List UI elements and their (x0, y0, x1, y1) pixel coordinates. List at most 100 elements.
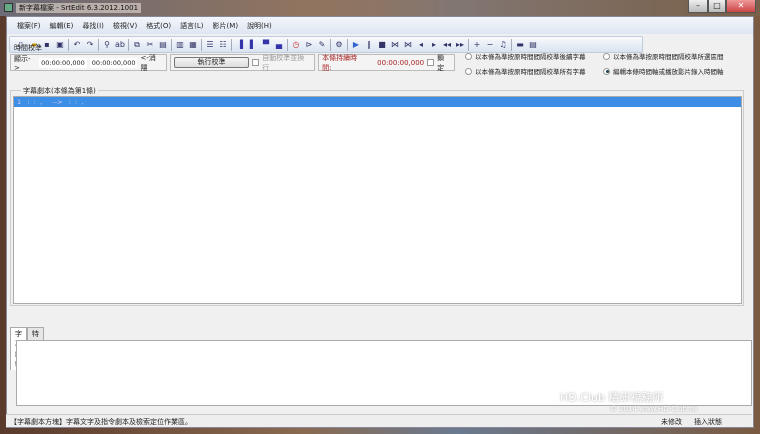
separator (98, 38, 99, 51)
split-icon[interactable]: ▌ (248, 40, 258, 50)
radio-following[interactable]: 以本條為準按原時間間隔校準後續字幕 (465, 51, 603, 61)
show-label: 顯示-> (14, 54, 31, 72)
title-bar: 新字幕檔案 - SrtEdit 6.3.2012.1001 – □ ✕ (0, 0, 760, 16)
app-icon (4, 3, 13, 12)
edit-pen-icon[interactable]: ✎ (317, 40, 327, 50)
separator (171, 38, 172, 51)
move-up-icon[interactable]: ▀ (261, 40, 271, 50)
separator (231, 38, 232, 51)
radio-label: 以本條為準按原時間間隔校準所有字幕 (475, 68, 586, 76)
auto-checkbox[interactable] (252, 59, 260, 66)
radio-label: 以本條為準按原時間間隔校準後續字幕 (475, 53, 586, 61)
insert-mode-status: 插入狀態 (694, 418, 722, 426)
script-label: 字幕劇本(本條為第1條) (21, 86, 98, 96)
menu-language[interactable]: 語言(L) (180, 21, 203, 30)
duration-label: 本條持續時間: (322, 53, 358, 72)
redo-icon[interactable]: ↷ (85, 40, 95, 50)
paste-special-2-icon[interactable]: ▦ (188, 40, 198, 50)
time-panel-label: 時間校準 (14, 44, 42, 52)
watermark-url: © 2014 www.HD-Club.tw (610, 405, 698, 413)
radio-selected-range[interactable]: 以本條為準按原時間間隔校準所選區間 (603, 51, 745, 61)
play-icon[interactable]: ▶ (351, 40, 361, 50)
subtitle-row[interactable]: 1 : : , --> : : , (14, 97, 741, 107)
menu-find[interactable]: 尋找(I) (82, 21, 104, 30)
calibrate-box: 執行校準 自動校準並換行 (169, 53, 316, 72)
window-title: 新字幕檔案 - SrtEdit 6.3.2012.1001 (16, 3, 142, 13)
radio-circle-selected (603, 67, 610, 75)
pause-icon[interactable]: ∥ (364, 40, 374, 50)
tools-icon[interactable]: ⚙ (334, 40, 344, 50)
separator (511, 38, 512, 51)
undo-icon[interactable]: ↶ (72, 40, 82, 50)
subtitle-script-group: 字幕劇本(本條為第1條) 1 : : , --> : : , (10, 86, 744, 306)
jump-icon[interactable]: ⊳ (304, 40, 314, 50)
duration-box: 本條持續時間: 00:00:00,000 鎖定 (318, 53, 455, 72)
move-down-icon[interactable]: ▄ (274, 40, 284, 50)
separator (128, 38, 129, 51)
radio-circle (465, 52, 472, 60)
hide-label: <-消隱 (140, 53, 156, 72)
find-icon[interactable]: ⚲ (102, 40, 112, 50)
lock-label: 鎖定 (437, 53, 445, 72)
close-button[interactable]: ✕ (726, 0, 756, 13)
mark-end-icon[interactable]: ⋈ (403, 40, 413, 50)
separator (201, 38, 202, 51)
separator (68, 38, 69, 51)
cut-icon[interactable]: ✂ (145, 40, 155, 50)
minimize-button[interactable]: – (688, 0, 708, 13)
film-icon[interactable]: ▬ (515, 40, 525, 50)
merge-icon[interactable]: ▐ (235, 40, 245, 50)
radio-circle (465, 67, 472, 75)
menu-view[interactable]: 檢視(V) (113, 21, 137, 30)
radio-all[interactable]: 以本條為準按原時間間隔校準所有字幕 (465, 66, 603, 76)
save-icon[interactable]: ▪ (42, 40, 52, 50)
forward-icon[interactable]: ▸▸ (455, 40, 465, 50)
lock-checkbox[interactable] (427, 59, 435, 66)
modified-status: 未修改 (661, 418, 682, 426)
status-bar: 【字幕劇本方塊】字幕文字及指令劇本及檢索定位作業區。 未修改 插入狀態 (6, 414, 752, 427)
insert-below-icon[interactable]: ☷ (218, 40, 228, 50)
calibrate-mode-group: 以本條為準按原時間間隔校準後續字幕 以本條為準按原時間間隔校準所選區間 以本條為… (465, 51, 745, 76)
settings-icon[interactable]: ▤ (528, 40, 538, 50)
menu-edit[interactable]: 編輯(E) (50, 21, 74, 30)
radio-edit-timeline[interactable]: 編輯本條時間軸或播放影片錄入時間軸 (603, 66, 745, 76)
time-inputs: 顯示-> 00:00:00,000 00:00:00,000 <-消隱 (10, 53, 167, 72)
separator (330, 38, 331, 51)
menu-help[interactable]: 說明(H) (247, 21, 272, 30)
clock-icon[interactable]: ◷ (291, 40, 301, 50)
time-panel: 顯示-> 00:00:00,000 00:00:00,000 <-消隱 執行校準… (10, 53, 455, 72)
menu-file[interactable]: 檔案(F) (17, 21, 41, 30)
save-as-icon[interactable]: ▣ (55, 40, 65, 50)
menu-format[interactable]: 格式(O) (146, 21, 171, 30)
radio-label: 以本條為準按原時間間隔校準所選區間 (613, 53, 724, 61)
rewind-icon[interactable]: ◂◂ (442, 40, 452, 50)
end-time-input[interactable]: 00:00:00,000 (89, 57, 138, 68)
radio-circle (603, 52, 610, 60)
start-time-input[interactable]: 00:00:00,000 (39, 57, 87, 68)
maximize-button[interactable]: □ (708, 0, 726, 13)
volume-down-icon[interactable]: − (485, 40, 495, 50)
music-icon[interactable]: ♫ (498, 40, 508, 50)
subtitle-script-list[interactable]: 1 : : , --> : : , (13, 96, 742, 304)
run-calibrate-button[interactable]: 執行校準 (173, 57, 250, 68)
paste-special-icon[interactable]: ▥ (175, 40, 185, 50)
mark-start-icon[interactable]: ⋈ (390, 40, 400, 50)
duration-value: 00:00:00,000 (377, 58, 425, 67)
step-back-icon[interactable]: ◂ (416, 40, 426, 50)
volume-up-icon[interactable]: + (472, 40, 482, 50)
separator (347, 38, 348, 51)
paste-icon[interactable]: ▤ (158, 40, 168, 50)
status-text: 【字幕劇本方塊】字幕文字及指令劇本及檢索定位作業區。 (10, 418, 192, 426)
app-window: 新字幕檔案 - SrtEdit 6.3.2012.1001 – □ ✕ 檔案(F… (0, 0, 760, 434)
menu-video[interactable]: 影片(M) (213, 21, 239, 30)
separator (468, 38, 469, 51)
auto-label: 自動校準並換行 (262, 53, 305, 72)
copy-icon[interactable]: ⧉ (132, 40, 142, 50)
radio-label: 編輯本條時間軸或播放影片錄入時間軸 (613, 68, 724, 76)
menu-bar: 檔案(F) 編輯(E) 尋找(I) 檢視(V) 格式(O) 語言(L) 影片(M… (7, 17, 753, 34)
watermark-brand: HD.Club 精研視務所 (560, 391, 664, 404)
stop-icon[interactable]: ■ (377, 40, 387, 50)
step-forward-icon[interactable]: ▸ (429, 40, 439, 50)
replace-icon[interactable]: ab (115, 40, 125, 50)
insert-above-icon[interactable]: ☰ (205, 40, 215, 50)
